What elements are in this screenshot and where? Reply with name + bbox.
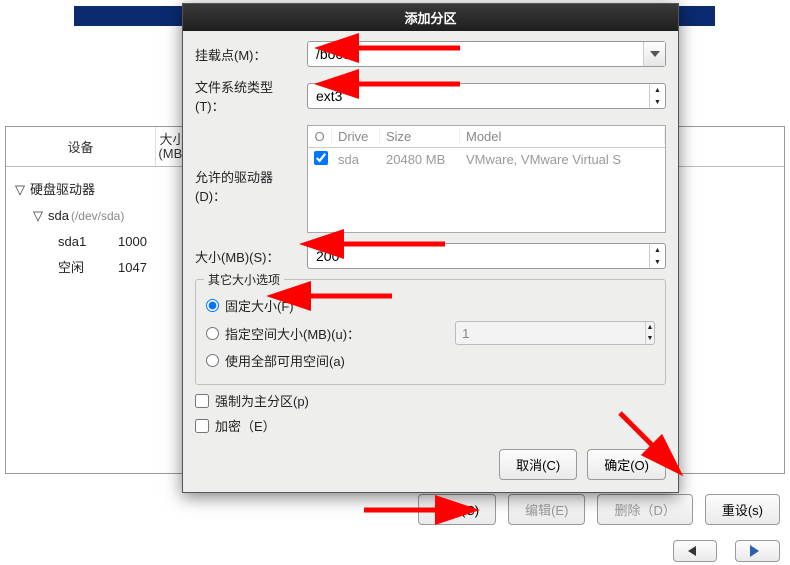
fstype-input[interactable] bbox=[308, 84, 649, 108]
main-button-row: 创建(C) 编辑(E) 删除（D） 重设(s) bbox=[0, 494, 790, 525]
tree-label: sda1 bbox=[58, 229, 86, 255]
groupbox-title: 其它大小选项 bbox=[204, 271, 284, 288]
dialog-title: 添加分区 bbox=[183, 4, 678, 31]
radio-all-row[interactable]: 使用全部可用空间(a) bbox=[206, 351, 655, 370]
tree-label: 硬盘驱动器 bbox=[30, 177, 95, 203]
fstype-spinner[interactable]: ▲ ▼ bbox=[649, 84, 665, 108]
specify-spinner: ▲▼ bbox=[455, 321, 655, 345]
encrypt-row[interactable]: 加密（E） bbox=[195, 416, 666, 435]
specify-input bbox=[456, 322, 645, 344]
size-input[interactable] bbox=[308, 244, 649, 268]
spin-up-icon: ▲ bbox=[646, 322, 654, 333]
fstype-label: 文件系统类型(T)： bbox=[195, 77, 307, 115]
spin-down-icon[interactable]: ▼ bbox=[650, 256, 665, 268]
back-button[interactable] bbox=[673, 540, 717, 562]
radio-specify-label[interactable]: 指定空间大小(MB)(u)： bbox=[225, 324, 360, 343]
col-size[interactable]: Size bbox=[380, 129, 460, 144]
tree-label: sda bbox=[48, 203, 69, 229]
delete-button: 删除（D） bbox=[597, 494, 692, 525]
radio-fixed-label[interactable]: 固定大小(F) bbox=[225, 296, 294, 315]
col-o[interactable]: O bbox=[308, 129, 332, 144]
drive-header: O Drive Size Model bbox=[308, 126, 665, 148]
radio-fixed-row[interactable]: 固定大小(F) bbox=[206, 296, 655, 315]
tree-label: 空闲 bbox=[58, 255, 84, 281]
tree-size: 1000 bbox=[118, 229, 147, 255]
drive-name: sda bbox=[332, 152, 380, 167]
size-field[interactable]: ▲ ▼ bbox=[307, 243, 666, 269]
radio-specify[interactable] bbox=[206, 327, 219, 340]
mountpoint-combo[interactable] bbox=[307, 41, 666, 67]
col-model[interactable]: Model bbox=[460, 129, 665, 144]
ok-button[interactable]: 确定(O) bbox=[587, 449, 666, 480]
radio-all[interactable] bbox=[206, 354, 219, 367]
radio-fixed[interactable] bbox=[206, 299, 219, 312]
size-options-group: 其它大小选项 固定大小(F) 指定空间大小(MB)(u)： ▲▼ 使用全部可用空… bbox=[195, 279, 666, 385]
mountpoint-input[interactable] bbox=[308, 42, 643, 66]
edit-button: 编辑(E) bbox=[508, 494, 585, 525]
spin-down-icon[interactable]: ▼ bbox=[650, 96, 665, 108]
encrypt-checkbox[interactable] bbox=[195, 419, 209, 433]
fstype-combo[interactable]: ▲ ▼ bbox=[307, 83, 666, 109]
radio-specify-row[interactable]: 指定空间大小(MB)(u)： ▲▼ bbox=[206, 321, 655, 345]
chevron-down-icon[interactable]: ▽ bbox=[14, 177, 26, 203]
spin-down-icon: ▼ bbox=[646, 333, 654, 344]
drive-table: O Drive Size Model sda 20480 MB VMware, … bbox=[307, 125, 666, 233]
cancel-button[interactable]: 取消(C) bbox=[499, 449, 577, 480]
create-button[interactable]: 创建(C) bbox=[418, 494, 496, 525]
triangle-left-icon bbox=[688, 546, 696, 556]
drive-size: 20480 MB bbox=[380, 152, 460, 167]
nav-buttons bbox=[673, 540, 780, 562]
drive-model: VMware, VMware Virtual S bbox=[460, 152, 665, 167]
drive-checkbox[interactable] bbox=[314, 151, 328, 165]
chevron-down-icon[interactable]: ▽ bbox=[32, 203, 44, 229]
device-path: (/dev/sda) bbox=[71, 203, 124, 229]
triangle-right-icon bbox=[750, 545, 759, 557]
encrypt-label[interactable]: 加密（E） bbox=[215, 416, 276, 435]
tree-size: 1047 bbox=[118, 255, 147, 281]
add-partition-dialog: 添加分区 挂载点(M)： 文件系统类型(T)： ▲ ▼ bbox=[182, 3, 679, 493]
drive-row[interactable]: sda 20480 MB VMware, VMware Virtual S bbox=[308, 148, 665, 170]
radio-all-label[interactable]: 使用全部可用空间(a) bbox=[225, 351, 345, 370]
force-primary-checkbox[interactable] bbox=[195, 394, 209, 408]
reset-button[interactable]: 重设(s) bbox=[705, 494, 780, 525]
spin-up-icon[interactable]: ▲ bbox=[650, 84, 665, 96]
size-label: 大小(MB)(S)： bbox=[195, 247, 307, 266]
chevron-down-icon[interactable] bbox=[643, 42, 665, 66]
col-drive[interactable]: Drive bbox=[332, 129, 380, 144]
allowdrives-label: 允许的驱动器(D)： bbox=[195, 125, 307, 205]
force-primary-label[interactable]: 强制为主分区(p) bbox=[215, 391, 309, 410]
dialog-button-row: 取消(C) 确定(O) bbox=[195, 449, 666, 480]
forward-button[interactable] bbox=[735, 540, 780, 562]
mountpoint-label: 挂载点(M)： bbox=[195, 45, 307, 64]
size-spinner[interactable]: ▲ ▼ bbox=[649, 244, 665, 268]
spin-up-icon[interactable]: ▲ bbox=[650, 244, 665, 256]
header-device: 设备 bbox=[6, 127, 156, 166]
force-primary-row[interactable]: 强制为主分区(p) bbox=[195, 391, 666, 410]
